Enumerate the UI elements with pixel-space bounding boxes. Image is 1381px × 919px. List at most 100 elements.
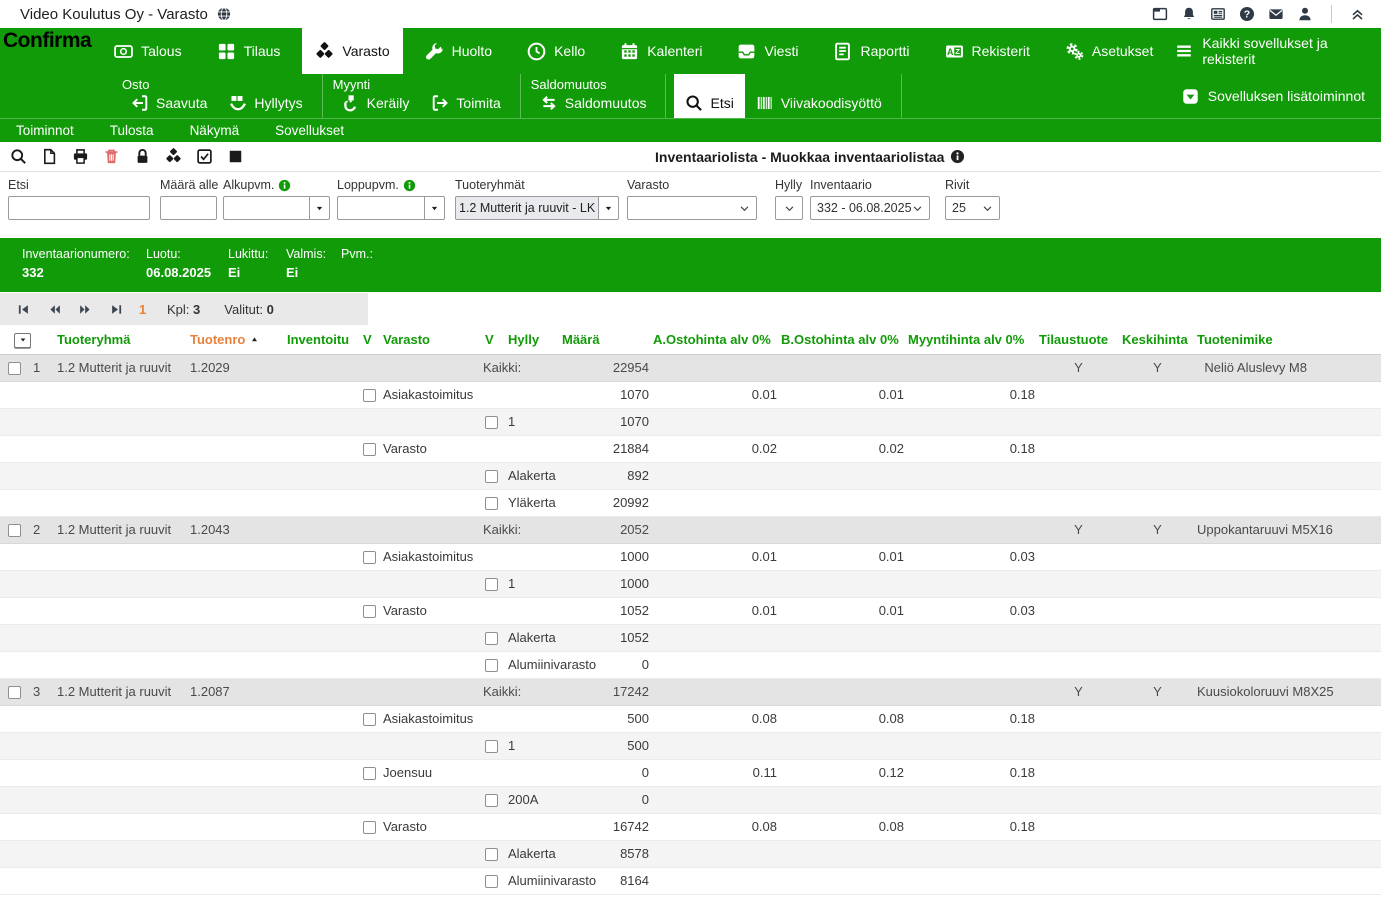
tab-viesti[interactable]: Viesti	[724, 28, 811, 74]
row-checkbox[interactable]	[485, 497, 498, 510]
inventory-row-shelf[interactable]: 200A0	[0, 786, 1381, 813]
col-header-keskihinta[interactable]: Keskihinta	[1120, 326, 1195, 354]
inventory-row-warehouse[interactable]: Joensuu00.110.120.18	[0, 759, 1381, 786]
menu-sovellukset[interactable]: Sovellukset	[275, 123, 344, 138]
hylly-select[interactable]	[775, 196, 803, 220]
inventory-row-group[interactable]: 21.2 Mutterit ja ruuvit1.2043Kaikki:2052…	[0, 516, 1381, 543]
alkupvm-dropdown-button[interactable]	[309, 196, 330, 220]
loppupvm-dropdown-button[interactable]	[424, 196, 445, 220]
row-checkbox[interactable]	[363, 389, 376, 402]
collapse-icon[interactable]	[1350, 7, 1365, 22]
menu-toiminnot[interactable]: Toiminnot	[16, 123, 74, 138]
row-checkbox[interactable]	[8, 362, 21, 375]
alkupvm-input[interactable]	[223, 196, 309, 220]
select-all-dropdown[interactable]	[14, 333, 31, 348]
row-checkbox[interactable]	[485, 875, 498, 888]
col-header-inventoitu[interactable]: Inventoitu	[280, 326, 358, 354]
mail-icon[interactable]	[1268, 6, 1284, 22]
inventory-row-shelf[interactable]: 1500	[0, 732, 1381, 759]
tuoteryhmat-input[interactable]	[455, 196, 598, 220]
app-extra-actions-button[interactable]: Sovelluksen lisätoiminnot	[1166, 74, 1381, 118]
col-header-v1[interactable]: V	[358, 326, 378, 354]
inventory-row-shelf[interactable]: Alakerta892	[0, 462, 1381, 489]
lock-button[interactable]	[134, 148, 151, 165]
col-header-myyntihinta[interactable]: Myyntihinta alv 0%	[906, 326, 1037, 354]
inventaario-select[interactable]: 332 - 06.08.2025	[810, 196, 930, 220]
col-header-v2[interactable]: V	[480, 326, 503, 354]
row-checkbox[interactable]	[363, 605, 376, 618]
row-checkbox[interactable]	[485, 578, 498, 591]
tab-tilaus[interactable]: Tilaus	[204, 28, 294, 74]
inventory-row-warehouse[interactable]: Asiakastoimitus10700.010.010.18	[0, 381, 1381, 408]
inventory-row-warehouse[interactable]: Varasto218840.020.020.18	[0, 435, 1381, 462]
row-checkbox[interactable]	[485, 632, 498, 645]
col-header-varasto[interactable]: Varasto	[378, 326, 480, 354]
page-prev-button[interactable]	[39, 303, 70, 316]
row-checkbox[interactable]	[363, 551, 376, 564]
search-input[interactable]	[8, 196, 150, 220]
col-header-maara[interactable]: Määrä	[560, 326, 651, 354]
col-header-a_ostohinta[interactable]: A.Ostohinta alv 0%	[651, 326, 779, 354]
inventory-row-shelf[interactable]: Alakerta8578	[0, 840, 1381, 867]
inventory-row-shelf[interactable]: Yläkerta20992	[0, 489, 1381, 516]
search-button[interactable]	[10, 148, 27, 165]
page-first-button[interactable]	[8, 303, 39, 316]
row-checkbox[interactable]	[8, 686, 21, 699]
current-page[interactable]: 1	[139, 302, 157, 317]
row-checkbox[interactable]	[363, 443, 376, 456]
maara-alle-input[interactable]	[160, 196, 217, 220]
subnav-item-viivakoodisyöttö[interactable]: Viivakoodisyöttö	[745, 74, 893, 118]
tab-varasto[interactable]: Varasto	[302, 28, 402, 74]
row-checkbox[interactable]	[485, 416, 498, 429]
varasto-select[interactable]	[627, 196, 757, 220]
tab-kalenteri[interactable]: Kalenteri	[607, 28, 715, 74]
menu-tulosta[interactable]: Tulosta	[110, 123, 154, 138]
inventory-row-shelf[interactable]: 11070	[0, 408, 1381, 435]
tab-kello[interactable]: Kello	[514, 28, 598, 74]
subnav-item-hyllytys[interactable]: Hyllytys	[218, 74, 313, 118]
inventory-row-shelf[interactable]: Alumiinivarasto0	[0, 651, 1381, 678]
row-checkbox[interactable]	[485, 470, 498, 483]
inventory-row-group[interactable]: 11.2 Mutterit ja ruuvit1.2029Kaikki:2295…	[0, 354, 1381, 381]
page-next-button[interactable]	[70, 303, 101, 316]
inventory-row-warehouse[interactable]: Varasto167420.080.080.18	[0, 813, 1381, 840]
inventory-row-warehouse[interactable]: Asiakastoimitus10000.010.010.03	[0, 543, 1381, 570]
col-header-tuoteryhma[interactable]: Tuoteryhmä	[48, 326, 185, 354]
window-icon[interactable]	[1152, 6, 1168, 22]
row-checkbox[interactable]	[8, 524, 21, 537]
row-checkbox[interactable]	[485, 740, 498, 753]
menu-näkymä[interactable]: Näkymä	[190, 123, 240, 138]
tab-raportti[interactable]: Raportti	[820, 28, 922, 74]
user-icon[interactable]	[1297, 6, 1313, 22]
all-apps-button[interactable]: Kaikki sovellukset ja rekisterit	[1175, 28, 1381, 74]
tab-rekisterit[interactable]: AZRekisterit	[932, 28, 1043, 74]
inventory-row-shelf[interactable]: 11000	[0, 570, 1381, 597]
tab-huolto[interactable]: Huolto	[412, 28, 505, 74]
inventory-row-group[interactable]: 31.2 Mutterit ja ruuvit1.2087Kaikki:1724…	[0, 678, 1381, 705]
filled-square-button[interactable]	[227, 148, 244, 165]
row-checkbox[interactable]	[485, 794, 498, 807]
row-checkbox[interactable]	[363, 713, 376, 726]
row-checkbox[interactable]	[363, 821, 376, 834]
delete-button[interactable]	[103, 148, 120, 165]
col-header-hylly[interactable]: Hylly	[503, 326, 560, 354]
col-header-tuotenro[interactable]: Tuotenro	[185, 326, 280, 354]
inventory-row-shelf[interactable]: Alumiinivarasto8164	[0, 867, 1381, 894]
col-header-b_ostohinta[interactable]: B.Ostohinta alv 0%	[779, 326, 906, 354]
help-icon[interactable]: ?	[1239, 6, 1255, 22]
inventory-row-warehouse[interactable]: Varasto10520.010.010.03	[0, 597, 1381, 624]
boxes-button[interactable]	[165, 148, 182, 165]
row-checkbox[interactable]	[485, 659, 498, 672]
col-header-tilaustuote[interactable]: Tilaustuote	[1037, 326, 1120, 354]
tab-asetukset[interactable]: Asetukset	[1052, 28, 1166, 74]
inventory-row-warehouse[interactable]: Asiakastoimitus5000.080.080.18	[0, 705, 1381, 732]
tuoteryhmat-dropdown-button[interactable]	[598, 196, 619, 220]
print-button[interactable]	[72, 148, 89, 165]
tab-talous[interactable]: Talous	[101, 28, 194, 74]
col-header-tuotenimike[interactable]: Tuotenimike	[1195, 326, 1381, 354]
row-checkbox[interactable]	[485, 848, 498, 861]
loppupvm-input[interactable]	[337, 196, 424, 220]
rivit-select[interactable]: 25	[945, 196, 1000, 220]
inventory-row-shelf[interactable]: Alakerta1052	[0, 624, 1381, 651]
row-checkbox[interactable]	[363, 767, 376, 780]
